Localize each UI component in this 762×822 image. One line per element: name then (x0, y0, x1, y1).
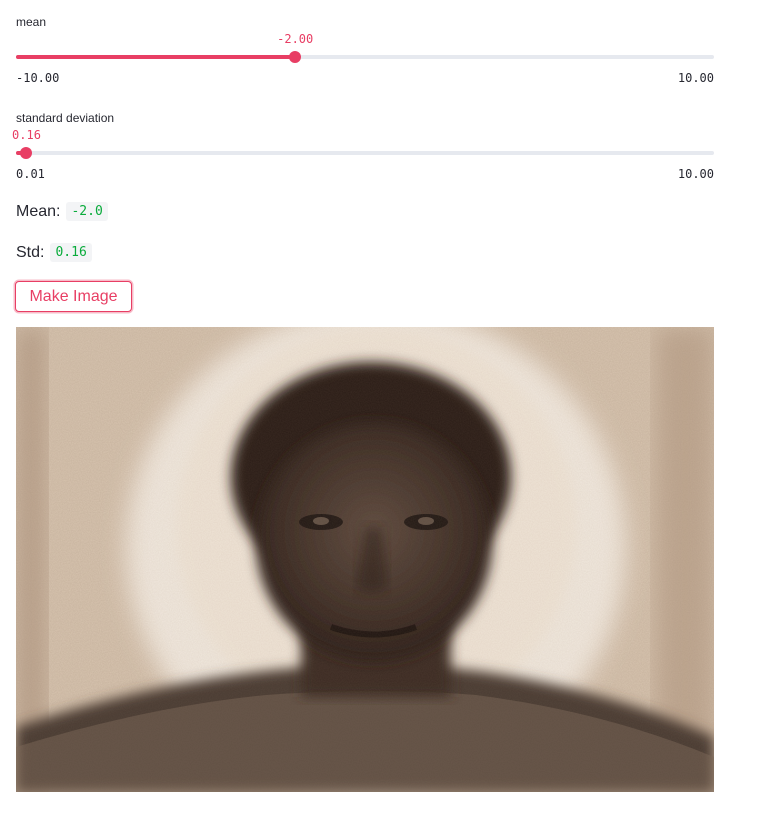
mean-slider-fill (16, 55, 296, 59)
std-slider-thumb[interactable] (20, 147, 33, 159)
mean-slider-label: mean (16, 15, 47, 29)
std-slider-min: 0.01 (16, 167, 45, 181)
std-stat-value: 0.16 (50, 243, 92, 262)
std-slider-track[interactable] (16, 147, 714, 159)
mean-slider-max: 10.00 (677, 71, 714, 85)
mean-stat-label: Mean: (16, 202, 61, 220)
std-stat: Std: 0.16 (16, 243, 92, 262)
mean-slider-thumb[interactable] (289, 51, 302, 63)
make-image-button[interactable]: Make Image (15, 281, 132, 312)
generated-image (16, 327, 714, 792)
std-slider-value: 0.16 (12, 128, 41, 142)
mean-stat-value: -2.0 (66, 202, 108, 221)
generated-portrait-image (16, 327, 714, 792)
mean-slider-track[interactable] (16, 51, 714, 63)
mean-stat: Mean: -2.0 (16, 202, 108, 221)
std-slider-max: 10.00 (677, 167, 714, 181)
std-slider-label: standard deviation (16, 111, 115, 125)
std-stat-label: Std: (16, 243, 45, 261)
mean-slider-min: -10.00 (16, 71, 60, 85)
mean-slider-value: -2.00 (277, 32, 314, 46)
